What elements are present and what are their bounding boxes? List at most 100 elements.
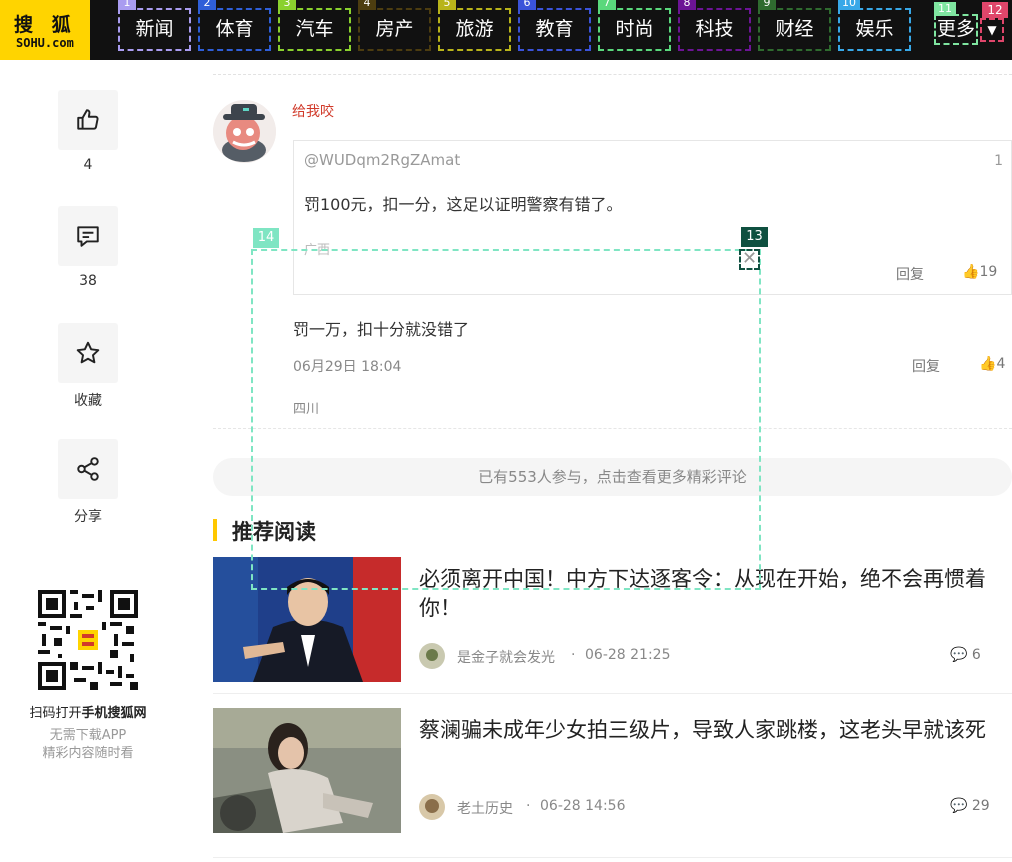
nav-item[interactable]: 6 教育 — [518, 0, 591, 51]
author-avatar-image — [419, 643, 445, 669]
marker-badge: 6 — [518, 0, 536, 10]
quoted-text: 罚100元，扣一分，这足以证明警察有错了。 — [304, 195, 623, 214]
nav-item[interactable]: 7 时尚 — [598, 0, 671, 51]
close-button[interactable]: ✕ — [739, 249, 760, 270]
qr-subcaption: 无需下载APP 精彩内容随时看 — [0, 727, 176, 763]
quoted-reply-button[interactable]: 回复 — [896, 264, 924, 284]
marker-badge: 13 — [741, 227, 768, 247]
author-avatar[interactable] — [419, 794, 445, 820]
marker-badge: 8 — [678, 0, 696, 10]
avatar-image — [213, 100, 276, 163]
marker-badge: 5 — [438, 0, 456, 10]
divider — [213, 693, 1012, 694]
close-icon: ✕ — [741, 248, 758, 269]
nav-item[interactable]: 9 财经 — [758, 0, 831, 51]
marker-badge: 11 — [934, 2, 956, 16]
quoted-username[interactable]: @WUDqm2RgZAmat — [304, 151, 460, 169]
comment-count: 38 — [79, 273, 97, 289]
comment-icon — [77, 226, 99, 247]
article-time: 06-28 21:25 — [585, 647, 671, 663]
nav-item[interactable]: 8 科技 — [678, 0, 751, 51]
thumbs-up-icon: 👍 — [962, 264, 980, 280]
qr-caption-bold: 手机搜狐网 — [81, 706, 147, 721]
marker-badge: 2 — [198, 0, 216, 10]
comment-button[interactable] — [58, 206, 118, 266]
author-avatar-image — [419, 794, 445, 820]
nav-item-label: 更多 — [936, 18, 975, 40]
thumbs-up-icon — [77, 109, 99, 130]
like-button[interactable] — [58, 90, 118, 150]
top-navbar: 搜 狐 SOHU.com 1 新闻 2 体育 3 汽车 4 房产 5 旅游 6 教育 7 时尚 8 科技 9 财经… — [0, 0, 1012, 60]
quoted-like-count: 19 — [979, 264, 998, 280]
marker-badge: 14 — [253, 228, 279, 248]
thumbs-up-icon: 👍 — [979, 356, 997, 372]
comment-bubble-icon: 💬 — [950, 647, 968, 663]
marker-badge: 3 — [278, 0, 296, 10]
nav-item-label: 教育 — [535, 18, 574, 40]
share-icon — [77, 457, 99, 481]
star-icon — [76, 341, 100, 364]
comment-like-button[interactable]: 👍4 — [979, 356, 1005, 372]
caret-down-icon: ▼ — [987, 23, 997, 37]
popup-overlay-region[interactable] — [251, 249, 761, 590]
nav-item-label: 娱乐 — [855, 18, 894, 40]
divider — [213, 857, 1012, 858]
favorite-label: 收藏 — [74, 393, 102, 409]
nav-item-label: 科技 — [695, 18, 734, 40]
avatar[interactable] — [213, 100, 276, 163]
nav-item[interactable]: 5 旅游 — [438, 0, 511, 51]
article-comments: 29 — [971, 798, 990, 814]
nav-item[interactable]: 4 房产 — [358, 0, 431, 51]
separator-dot: · — [526, 798, 531, 814]
article-title[interactable]: 蔡澜骗未成年少女拍三级片，导致人家跳楼，这老头早就该死 — [419, 716, 1012, 745]
comment-username[interactable]: 给我咬 — [292, 101, 334, 121]
logo-text: 搜 狐 — [14, 14, 77, 36]
separator-dot: · — [571, 647, 576, 663]
article-comments: 6 — [971, 647, 981, 663]
nav-item[interactable]: 2 体育 — [198, 0, 271, 51]
qr-subcaption-line1: 无需下载APP — [49, 728, 127, 743]
marker-badge: 4 — [358, 0, 376, 10]
marker-badge: 12 — [982, 2, 1008, 18]
section-accent-bar — [213, 519, 217, 541]
comment-like-count: 4 — [996, 356, 1006, 372]
logo-domain: SOHU.com — [16, 36, 74, 50]
article-comment-count[interactable]: 💬 6 — [950, 647, 981, 663]
qr-caption-prefix: 扫码打开 — [29, 706, 82, 721]
nav-item[interactable]: 3 汽车 — [278, 0, 351, 51]
qr-code-image — [38, 590, 138, 690]
nav-item[interactable]: 10 娱乐 — [838, 0, 911, 51]
divider — [213, 74, 1012, 75]
article-thumbnail-image — [213, 708, 401, 833]
share-label: 分享 — [74, 509, 102, 525]
marker-badge: 1 — [118, 0, 136, 10]
share-button[interactable] — [58, 439, 118, 499]
article-comment-count[interactable]: 💬 29 — [950, 798, 990, 814]
article-thumbnail[interactable] — [213, 708, 401, 833]
like-count: 4 — [83, 157, 93, 173]
more-dropdown-button[interactable]: 12 ▼ — [980, 2, 1008, 42]
marker-badge: 7 — [598, 0, 616, 10]
marker-badge: 10 — [838, 0, 860, 10]
article-author[interactable]: 老土历史 — [457, 798, 513, 818]
article-author[interactable]: 是金子就会发光 — [457, 647, 555, 667]
nav-item[interactable]: 11 更多 — [934, 2, 978, 45]
nav-item-label: 房产 — [375, 18, 414, 40]
marker-badge: 9 — [758, 0, 776, 10]
qr-caption: 扫码打开手机搜狐网 — [0, 702, 176, 721]
nav-item-label: 新闻 — [135, 18, 174, 40]
favorite-button[interactable] — [58, 323, 118, 383]
author-avatar[interactable] — [419, 643, 445, 669]
nav-item-label: 体育 — [215, 18, 254, 40]
nav-item-label: 旅游 — [455, 18, 494, 40]
nav-item-label: 时尚 — [615, 18, 654, 40]
nav-item-label: 汽车 — [295, 18, 334, 40]
nav-item[interactable]: 1 新闻 — [118, 0, 191, 51]
qr-subcaption-line2: 精彩内容随时看 — [42, 746, 134, 761]
sohu-logo[interactable]: 搜 狐 SOHU.com — [0, 0, 90, 60]
comment-bubble-icon: 💬 — [950, 798, 968, 814]
nav-item-label: 财经 — [775, 18, 814, 40]
comment-reply-button[interactable]: 回复 — [912, 356, 940, 376]
quoted-floor-number: 1 — [994, 153, 1003, 169]
quoted-like-button[interactable]: 👍19 — [962, 264, 997, 280]
